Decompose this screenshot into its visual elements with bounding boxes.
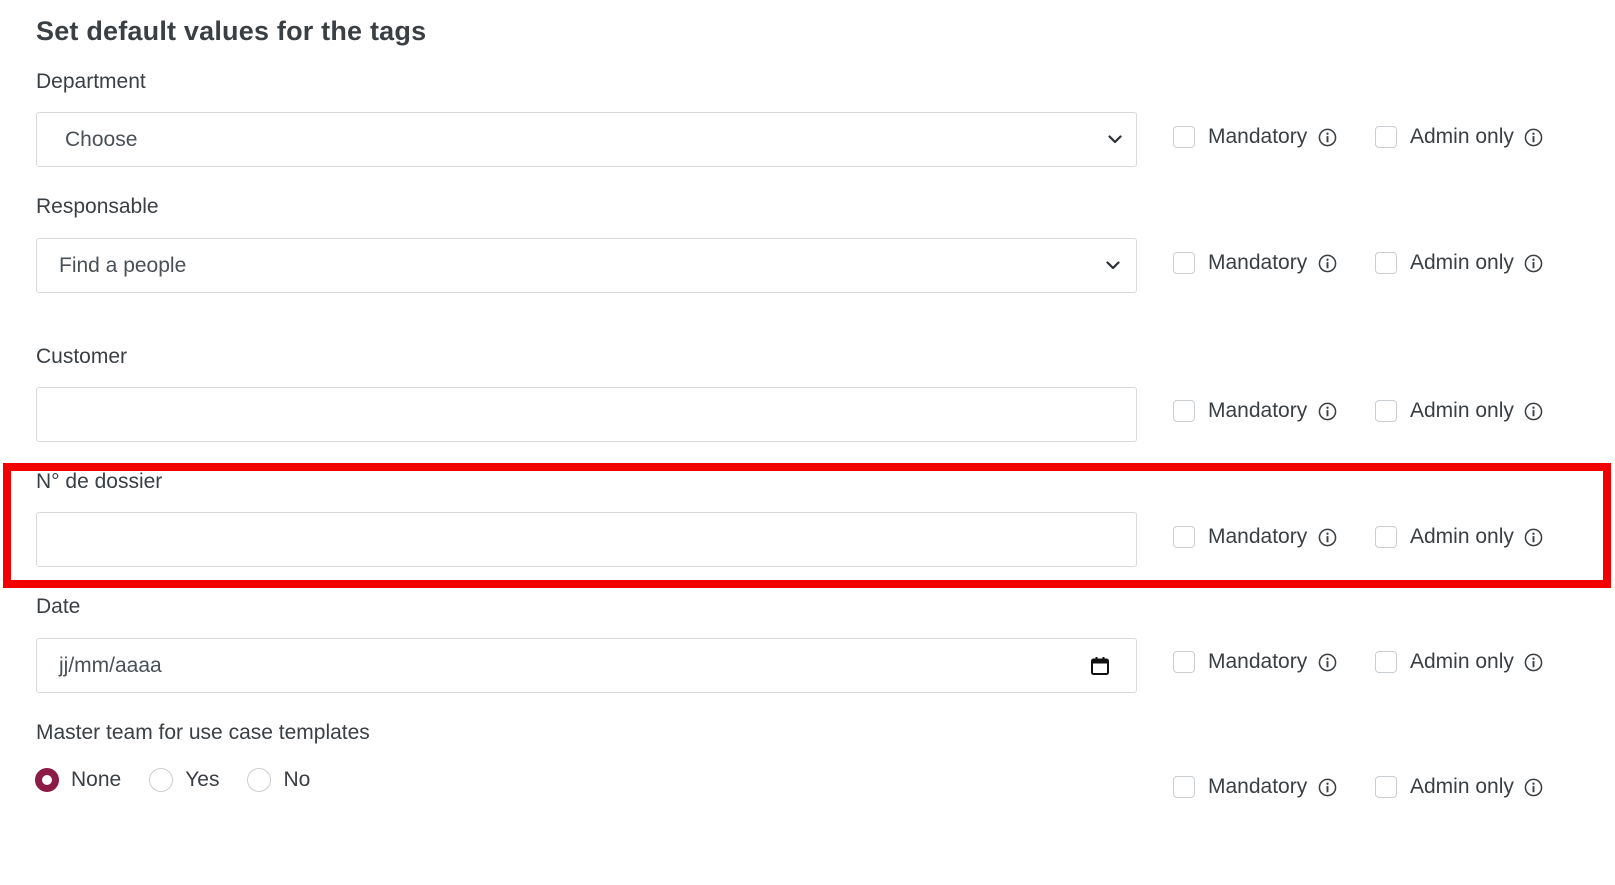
info-icon[interactable] xyxy=(1524,652,1544,672)
date-mandatory-checkbox[interactable] xyxy=(1173,651,1195,673)
responsable-mandatory-option[interactable]: Mandatory xyxy=(1173,248,1337,278)
tag-defaults-page: Set default values for the tags Departme… xyxy=(0,0,1615,885)
responsable-select[interactable]: Find a people xyxy=(36,238,1137,293)
department-select[interactable]: Choose xyxy=(36,112,1137,167)
highlight-box xyxy=(3,463,1611,588)
master-team-mandatory-option[interactable]: Mandatory xyxy=(1173,772,1337,802)
department-admin-only-checkbox[interactable] xyxy=(1375,126,1397,148)
info-icon[interactable] xyxy=(1317,777,1337,797)
customer-mandatory-checkbox[interactable] xyxy=(1173,400,1195,422)
date-label: Date xyxy=(36,595,81,618)
date-input-value: jj/mm/aaaa xyxy=(59,653,162,677)
admin-only-label: Admin only xyxy=(1410,399,1514,422)
info-icon[interactable] xyxy=(1317,127,1337,147)
date-mandatory-option[interactable]: Mandatory xyxy=(1173,647,1337,677)
master-team-radio-group: None Yes No xyxy=(35,765,338,795)
admin-only-label: Admin only xyxy=(1410,650,1514,673)
radio-no-label: No xyxy=(283,768,311,791)
radio-yes-label: Yes xyxy=(185,768,220,791)
master-team-admin-only-option[interactable]: Admin only xyxy=(1375,772,1544,802)
responsable-select-value: Find a people xyxy=(59,253,187,277)
calendar-icon[interactable] xyxy=(1088,654,1112,678)
department-mandatory-checkbox[interactable] xyxy=(1173,126,1195,148)
responsable-mandatory-checkbox[interactable] xyxy=(1173,252,1195,274)
responsable-label: Responsable xyxy=(36,195,159,218)
responsable-admin-only-checkbox[interactable] xyxy=(1375,252,1397,274)
radio-yes[interactable] xyxy=(149,768,174,792)
date-admin-only-checkbox[interactable] xyxy=(1375,651,1397,673)
customer-admin-only-option[interactable]: Admin only xyxy=(1375,396,1544,426)
admin-only-label: Admin only xyxy=(1410,775,1514,798)
info-icon[interactable] xyxy=(1317,401,1337,421)
customer-label: Customer xyxy=(36,345,128,368)
master-team-label: Master team for use case templates xyxy=(36,721,370,744)
customer-input[interactable] xyxy=(36,387,1137,442)
radio-none-label: None xyxy=(71,768,122,791)
department-select-value: Choose xyxy=(65,127,138,151)
info-icon[interactable] xyxy=(1524,127,1544,147)
master-team-admin-only-checkbox[interactable] xyxy=(1375,776,1397,798)
mandatory-label: Mandatory xyxy=(1208,775,1308,798)
responsable-admin-only-option[interactable]: Admin only xyxy=(1375,248,1544,278)
department-label: Department xyxy=(36,70,146,93)
chevron-down-icon xyxy=(1106,131,1124,149)
info-icon[interactable] xyxy=(1524,401,1544,421)
radio-no[interactable] xyxy=(247,768,272,792)
radio-option-none[interactable]: None xyxy=(35,768,121,792)
mandatory-label: Mandatory xyxy=(1208,125,1308,148)
info-icon[interactable] xyxy=(1317,253,1337,273)
radio-option-yes[interactable]: Yes xyxy=(149,768,219,792)
info-icon[interactable] xyxy=(1524,777,1544,797)
mandatory-label: Mandatory xyxy=(1208,650,1308,673)
master-team-mandatory-checkbox[interactable] xyxy=(1173,776,1195,798)
department-admin-only-option[interactable]: Admin only xyxy=(1375,122,1544,152)
info-icon[interactable] xyxy=(1317,652,1337,672)
date-input[interactable]: jj/mm/aaaa xyxy=(36,638,1137,693)
radio-none[interactable] xyxy=(35,768,59,792)
mandatory-label: Mandatory xyxy=(1208,251,1308,274)
mandatory-label: Mandatory xyxy=(1208,399,1308,422)
info-icon[interactable] xyxy=(1524,253,1544,273)
admin-only-label: Admin only xyxy=(1410,251,1514,274)
customer-mandatory-option[interactable]: Mandatory xyxy=(1173,396,1337,426)
customer-admin-only-checkbox[interactable] xyxy=(1375,400,1397,422)
date-admin-only-option[interactable]: Admin only xyxy=(1375,647,1544,677)
admin-only-label: Admin only xyxy=(1410,125,1514,148)
chevron-down-icon xyxy=(1104,257,1122,275)
department-mandatory-option[interactable]: Mandatory xyxy=(1173,122,1337,152)
radio-option-no[interactable]: No xyxy=(247,768,310,792)
page-title: Set default values for the tags xyxy=(36,16,427,46)
